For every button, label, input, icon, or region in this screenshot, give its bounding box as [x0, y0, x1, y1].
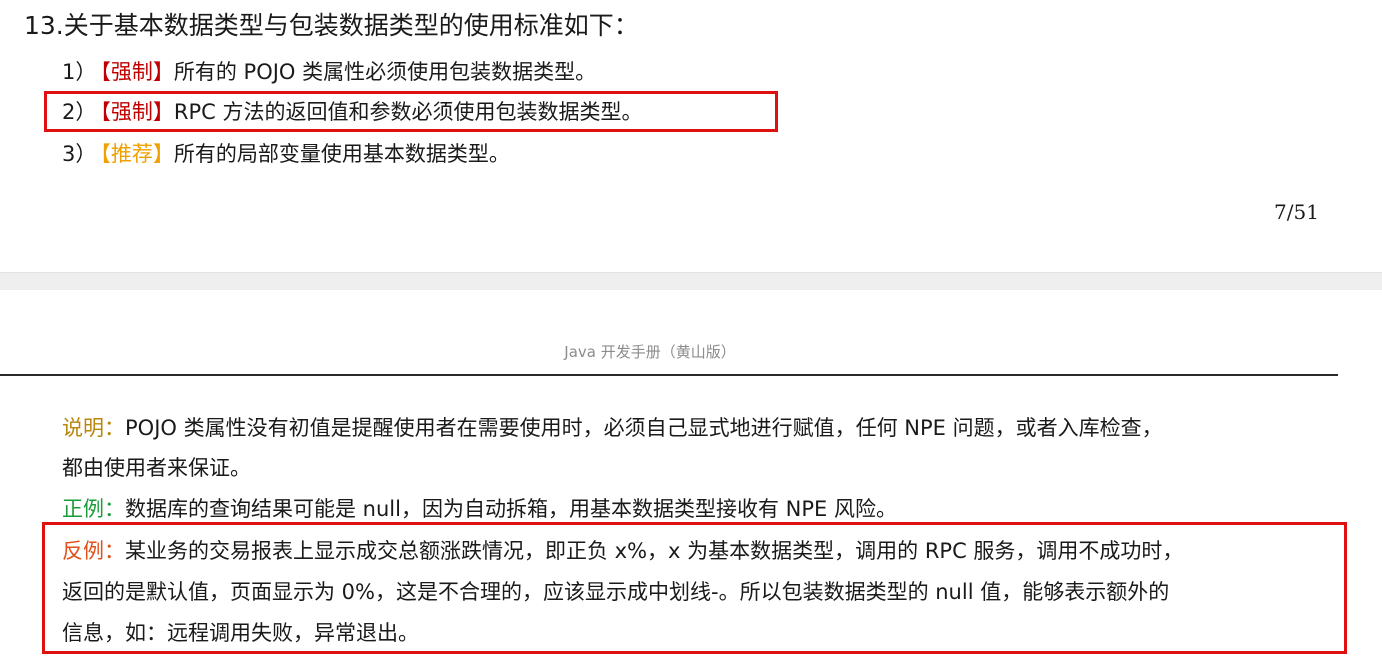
note-paragraph-line-2: 都由使用者来保证。	[62, 456, 251, 480]
positive-text: 数据库的查询结果可能是 null，因为自动拆箱，用基本数据类型接收有 NPE 风…	[125, 497, 897, 521]
note-label: 说明：	[62, 416, 125, 440]
running-header: Java 开发手册（黄山版）	[564, 343, 736, 361]
section-heading: 13.关于基本数据类型与包装数据类型的使用标准如下：	[24, 11, 639, 40]
rule-item-3: 3） 【推荐】所有的局部变量使用基本数据类型。	[62, 138, 510, 170]
highlight-box-rule-2	[44, 91, 778, 132]
rule-number: 1）	[62, 60, 97, 84]
rule-text: 所有的 POJO 类属性必须使用包装数据类型。	[173, 60, 597, 84]
header-divider	[0, 374, 1338, 376]
page-separator	[0, 272, 1382, 291]
page-number: 7/51	[1274, 200, 1319, 224]
rule-item-1: 1） 【强制】所有的 POJO 类属性必须使用包装数据类型。	[62, 56, 596, 88]
note-text: POJO 类属性没有初值是提醒使用者在需要使用时，必须自己显式地进行赋值，任何 …	[125, 416, 1163, 440]
note-paragraph-line-1: 说明：POJO 类属性没有初值是提醒使用者在需要使用时，必须自己显式地进行赋值，…	[62, 410, 1163, 446]
rule-number: 3）	[62, 142, 97, 166]
upper-page: 13.关于基本数据类型与包装数据类型的使用标准如下： 1） 【强制】所有的 POJ…	[0, 0, 1382, 272]
mandatory-tag: 【强制】	[100, 60, 174, 84]
highlight-box-negative-example	[42, 522, 1347, 654]
positive-label: 正例：	[62, 497, 125, 521]
recommended-tag: 【推荐】	[100, 142, 174, 166]
rule-text: 所有的局部变量使用基本数据类型。	[173, 142, 510, 166]
